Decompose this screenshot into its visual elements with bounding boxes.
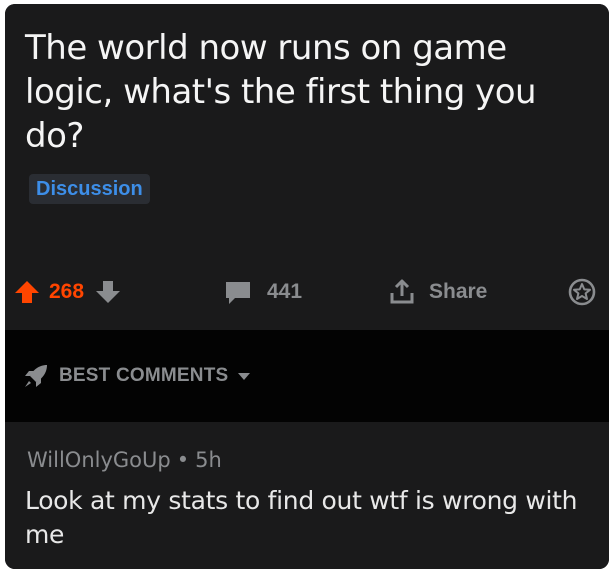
award-button[interactable] xyxy=(567,270,597,314)
comment-item[interactable]: WillOnlyGoUp • 5h Look at my stats to find… xyxy=(5,422,609,569)
comment-icon xyxy=(223,278,253,306)
sort-label: BEST COMMENTS xyxy=(59,365,229,386)
award-icon xyxy=(567,277,597,307)
comment-sort-bar: BEST COMMENTS xyxy=(5,330,609,422)
screenshot-frame: The world now runs on game logic, what's… xyxy=(5,4,609,569)
post-flair[interactable]: Discussion xyxy=(29,174,150,204)
caret-down-icon xyxy=(236,368,252,384)
meta-separator: • xyxy=(176,448,190,472)
post-card[interactable]: The world now runs on game logic, what's… xyxy=(5,4,609,330)
comment-age: 5h xyxy=(195,448,222,472)
comment-author[interactable]: WillOnlyGoUp xyxy=(27,448,171,472)
share-button[interactable]: Share xyxy=(387,270,487,314)
vote-score: 268 xyxy=(49,280,85,303)
post-action-bar: 268 441 Share xyxy=(5,270,609,314)
comments-button[interactable]: 441 xyxy=(223,270,302,314)
downvote-icon[interactable] xyxy=(94,278,122,306)
comment-body: Look at my stats to find out wtf is wron… xyxy=(25,486,578,549)
share-icon xyxy=(387,277,417,307)
upvote-icon[interactable] xyxy=(13,278,41,306)
comments-count: 441 xyxy=(267,280,303,303)
comment-meta: WillOnlyGoUp • 5h xyxy=(27,448,222,472)
post-title[interactable]: The world now runs on game logic, what's… xyxy=(25,26,565,158)
rocket-icon xyxy=(21,361,51,391)
share-label: Share xyxy=(429,280,488,303)
sort-dropdown[interactable]: BEST COMMENTS xyxy=(21,356,252,396)
vote-group: 268 xyxy=(13,270,122,314)
